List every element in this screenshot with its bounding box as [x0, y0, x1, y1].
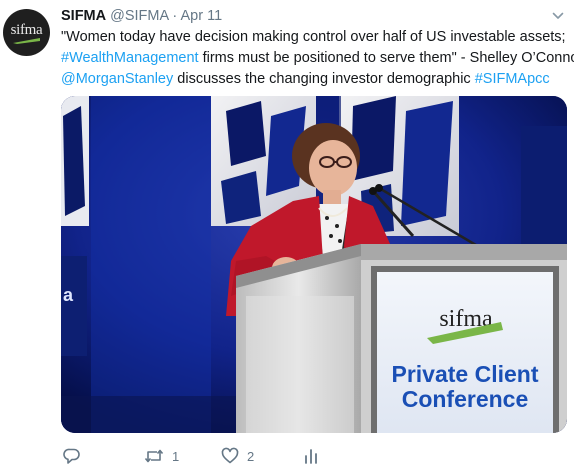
like-icon — [221, 447, 239, 464]
conference-photo: a sifma Private Client Conference — [61, 96, 567, 433]
retweet-count: 1 — [172, 448, 180, 464]
tweet-card[interactable]: sifma SIFMA @SIFMA · Apr 11 "Women today… — [0, 0, 574, 474]
author-name[interactable]: SIFMA — [61, 8, 106, 24]
tweet-text: "Women today have decision making contro… — [61, 27, 574, 90]
tweet-text-segment: "Women today have decision making contro… — [61, 29, 566, 45]
tweet-text-line: "Women today have decision making contro… — [61, 27, 571, 48]
header-separator: · — [172, 8, 178, 24]
analytics-button[interactable] — [303, 446, 319, 466]
hashtag-link[interactable]: #SIFMApcc — [475, 71, 550, 87]
author-handle[interactable]: @SIFMA — [110, 8, 168, 24]
mention-link[interactable]: @MorganStanley — [61, 71, 173, 87]
tweet-photo[interactable]: a sifma Private Client Conference — [61, 96, 567, 433]
like-button[interactable]: 2 — [221, 446, 254, 466]
reply-button[interactable] — [63, 446, 89, 466]
svg-text:a: a — [63, 285, 74, 305]
avatar[interactable]: sifma — [3, 9, 50, 56]
sifma-swoosh-icon — [13, 38, 40, 44]
avatar-logo-text: sifma — [10, 22, 43, 38]
like-count: 2 — [247, 448, 255, 464]
tweet-header: SIFMA @SIFMA · Apr 11 — [61, 8, 222, 26]
reply-icon — [63, 448, 80, 464]
tweet-text-segment: firms must be positioned to serve them" … — [198, 50, 574, 66]
tweet-text-line: @MorganStanley discusses the changing in… — [61, 69, 571, 90]
analytics-icon — [305, 449, 317, 464]
podium-title-line2: Conference — [402, 386, 529, 412]
tweet-actions: 1 2 — [61, 446, 361, 466]
retweet-icon — [144, 449, 164, 463]
retweet-button[interactable]: 1 — [144, 446, 179, 466]
podium-title-line1: Private Client — [392, 361, 539, 387]
chevron-down-icon[interactable] — [552, 10, 564, 22]
tweet-text-line: #WealthManagement firms must be position… — [61, 48, 574, 69]
tweet-text-segment: discusses the changing investor demograp… — [173, 71, 475, 87]
tweet-date[interactable]: Apr 11 — [180, 8, 222, 24]
hashtag-link[interactable]: #WealthManagement — [61, 50, 199, 66]
